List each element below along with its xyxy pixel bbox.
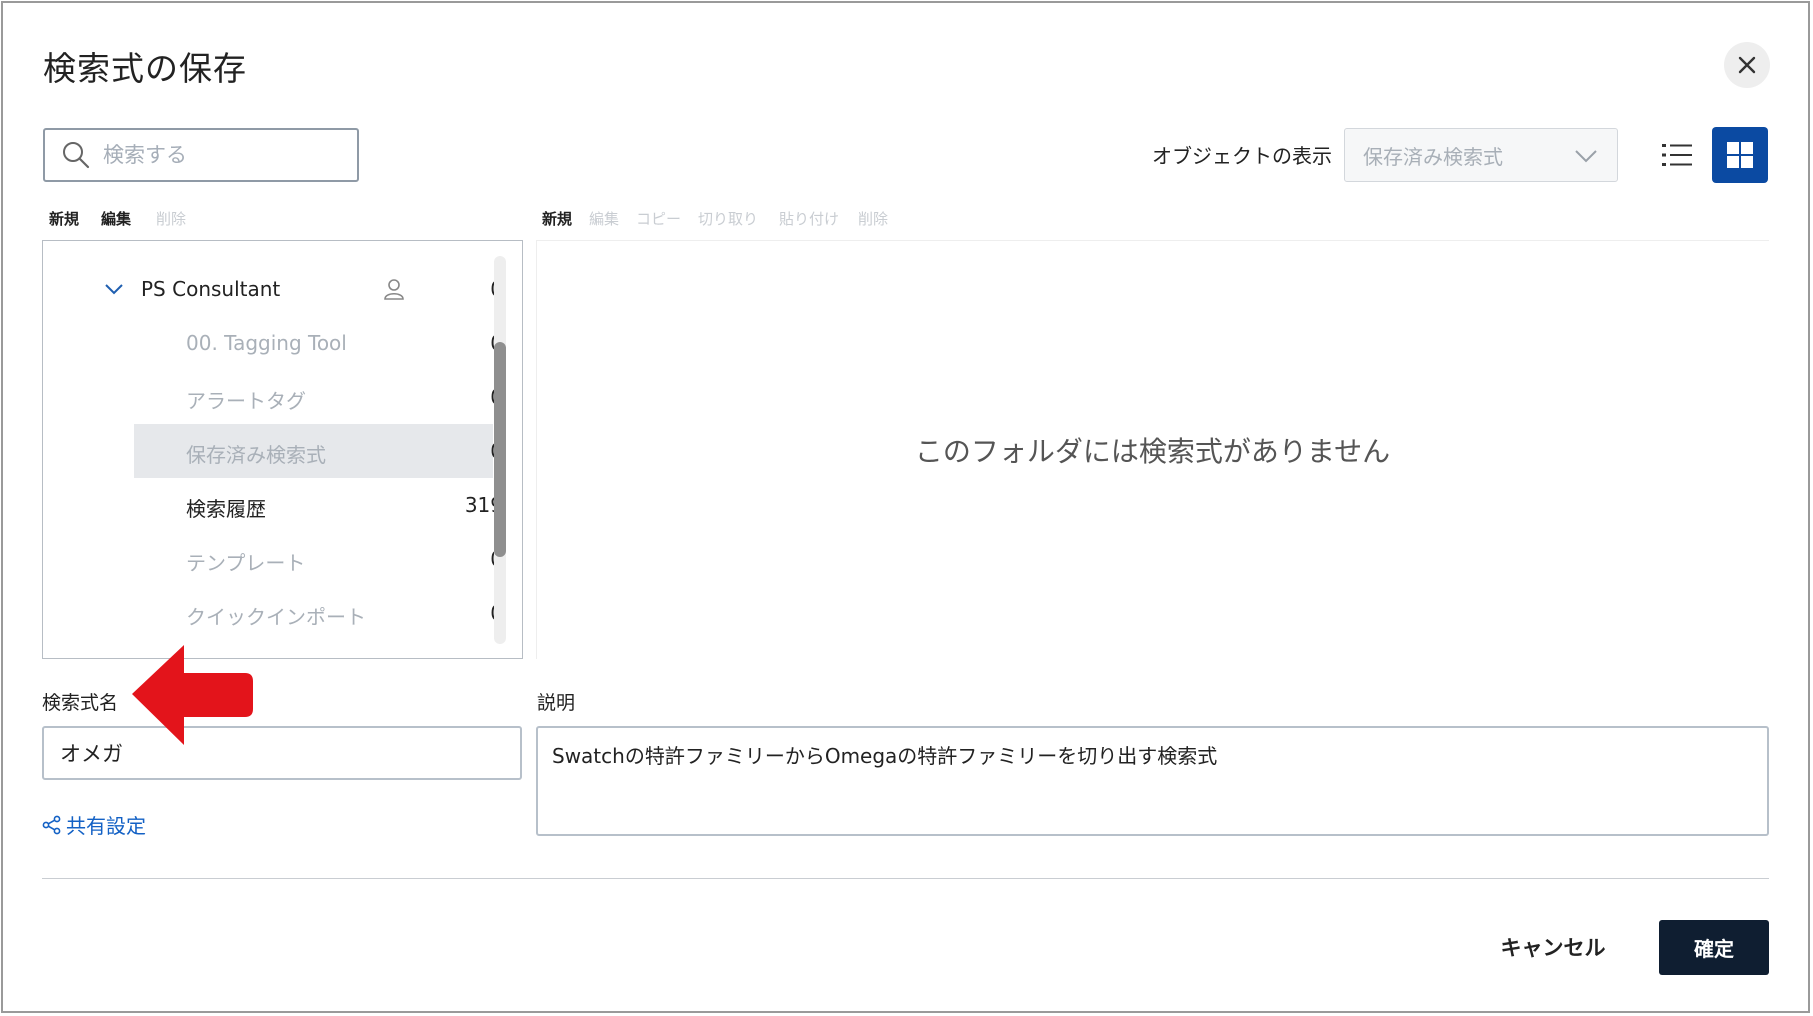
tree-delete-button[interactable]: 削除 bbox=[156, 208, 186, 229]
user-icon bbox=[384, 279, 404, 300]
share-settings-link[interactable]: 共有設定 bbox=[42, 810, 146, 839]
content-copy-button[interactable]: コピー bbox=[636, 208, 681, 229]
object-display-label: オブジェクトの表示 bbox=[1152, 144, 1332, 168]
chevron-down-icon[interactable] bbox=[105, 284, 123, 296]
search-name-label: 検索式名 bbox=[42, 692, 119, 714]
annotation-arrow bbox=[132, 645, 253, 745]
tree-item-label: 保存済み検索式 bbox=[186, 443, 326, 467]
share-icon bbox=[42, 815, 61, 834]
search-input[interactable] bbox=[101, 142, 355, 168]
grid-view-icon bbox=[1727, 142, 1753, 168]
search-icon bbox=[63, 142, 90, 169]
tree-item-saved-searches[interactable]: 保存済み検索式 0 bbox=[134, 424, 503, 478]
tree-edit-button[interactable]: 編集 bbox=[101, 208, 131, 229]
close-icon bbox=[1738, 56, 1756, 74]
tree-item-label: テンプレート bbox=[186, 551, 306, 575]
content-cut-button[interactable]: 切り取り bbox=[698, 208, 758, 229]
search-name-input[interactable] bbox=[42, 726, 522, 780]
dialog-title: 検索式の保存 bbox=[43, 49, 247, 88]
tree-item-quick-import[interactable]: クイックインポート 0 bbox=[43, 586, 503, 640]
folder-tree: PS Consultant 0 00. Tagging Tool 0 アラートタ… bbox=[42, 240, 523, 659]
tree-item-label: クイックインポート bbox=[186, 605, 366, 629]
tree-item-label: アラートタグ bbox=[186, 389, 306, 413]
content-edit-button[interactable]: 編集 bbox=[589, 208, 619, 229]
tree-item-label: 00. Tagging Tool bbox=[186, 331, 347, 355]
tree-item-tagging-tool[interactable]: 00. Tagging Tool 0 bbox=[43, 316, 503, 370]
tree-item-label: 検索履歴 bbox=[186, 497, 266, 521]
tree-item-ps-consultant[interactable]: PS Consultant 0 bbox=[43, 262, 503, 316]
object-display-value: 保存済み検索式 bbox=[1363, 144, 1503, 169]
tree-scrollbar-thumb[interactable] bbox=[494, 342, 506, 557]
footer-divider bbox=[42, 878, 1769, 879]
tree-item-search-history[interactable]: 検索履歴 319 bbox=[43, 478, 503, 532]
tree-item-alert-tag[interactable]: アラートタグ 0 bbox=[43, 370, 503, 424]
content-new-button[interactable]: 新規 bbox=[542, 208, 572, 229]
tree-new-button[interactable]: 新規 bbox=[49, 208, 79, 229]
description-label: 説明 bbox=[537, 692, 576, 714]
tree-item-label: PS Consultant bbox=[141, 277, 281, 301]
grid-view-button[interactable] bbox=[1712, 127, 1768, 183]
search-field[interactable] bbox=[43, 128, 359, 182]
confirm-button[interactable]: 確定 bbox=[1659, 920, 1769, 975]
chevron-down-icon bbox=[1575, 150, 1597, 163]
empty-folder-message: このフォルダには検索式がありません bbox=[914, 435, 1391, 468]
share-settings-label: 共有設定 bbox=[66, 814, 146, 838]
list-view-button[interactable] bbox=[1652, 130, 1702, 180]
content-paste-button[interactable]: 貼り付け bbox=[779, 208, 839, 229]
close-button[interactable] bbox=[1724, 42, 1770, 88]
content-delete-button[interactable]: 削除 bbox=[858, 208, 888, 229]
cancel-button[interactable]: キャンセル bbox=[1480, 920, 1626, 974]
list-view-icon bbox=[1662, 144, 1692, 166]
description-input[interactable]: Swatchの特許ファミリーからOmegaの特許ファミリーを切り出す検索式 bbox=[536, 726, 1769, 836]
object-display-select[interactable]: 保存済み検索式 bbox=[1344, 128, 1618, 182]
tree-item-templates[interactable]: テンプレート 0 bbox=[43, 532, 503, 586]
